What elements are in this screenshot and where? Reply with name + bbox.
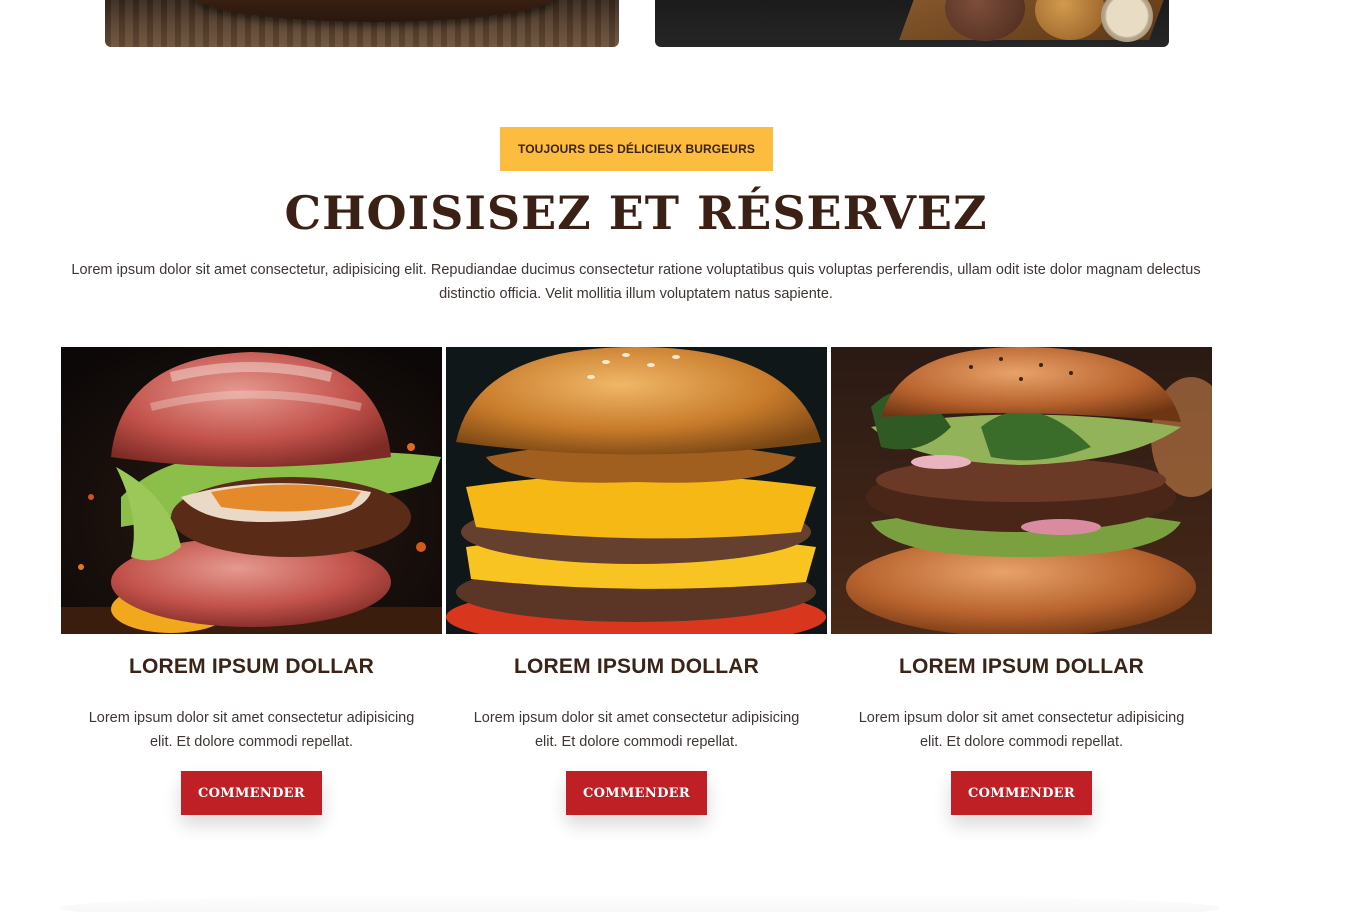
burger-photo-double-cheese [446,347,827,634]
burger-double-cheese-image [446,347,827,634]
section-badge: TOUJOURS DES DÉLICIEUX BURGEURS [500,127,773,171]
burger-red-bun-image [61,347,442,634]
top-image-right [655,0,1169,47]
wooden-board-image [195,0,555,22]
product-name: LOREM IPSUM DOLLAR [128,655,375,678]
product-name: LOREM IPSUM DOLLAR [898,655,1145,678]
product-description: Lorem ipsum dolor sit amet consectetur a… [88,710,415,750]
bottom-section-edge [60,893,1220,912]
burger-avocado-image [831,347,1212,634]
top-image-left [105,0,619,47]
order-button[interactable]: COMMENDER [181,771,322,815]
section-title: CHOISISEZ ET RÉSERVEZ [284,186,988,240]
section-intro: Lorem ipsum dolor sit amet consectetur, … [71,262,1201,302]
burger-photo-red-bun [61,347,442,634]
product-card: LOREM IPSUM DOLLAR Lorem ipsum dolor sit… [61,347,442,815]
product-card: LOREM IPSUM DOLLAR Lorem ipsum dolor sit… [831,347,1212,815]
product-description: Lorem ipsum dolor sit amet consectetur a… [858,710,1185,750]
order-button[interactable]: COMMENDER [951,771,1092,815]
product-description: Lorem ipsum dolor sit amet consectetur a… [473,710,800,750]
order-button[interactable]: COMMENDER [566,771,707,815]
page: TOUJOURS DES DÉLICIEUX BURGEURS CHOISISE… [0,0,1372,912]
burger-photo-avocado [831,347,1212,634]
product-card: LOREM IPSUM DOLLAR Lorem ipsum dolor sit… [446,347,827,815]
product-name: LOREM IPSUM DOLLAR [513,655,760,678]
